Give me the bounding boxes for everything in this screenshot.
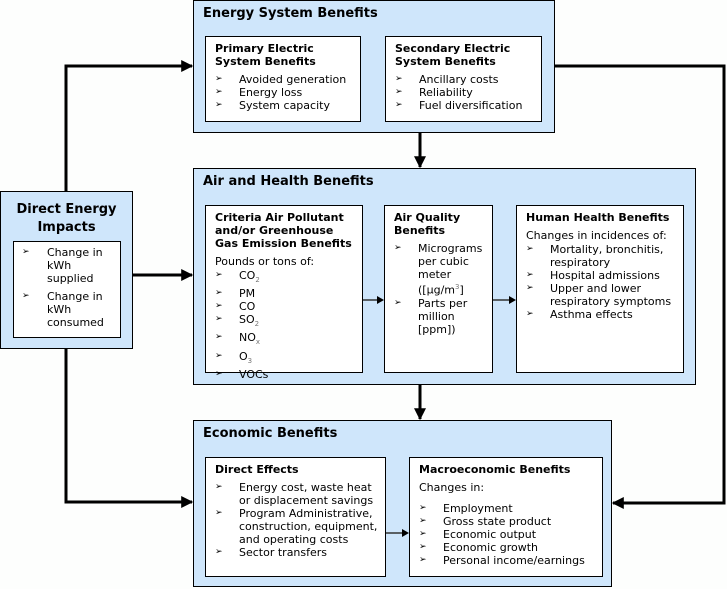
primary-electric-box: Primary Electric System Benefits ➢ Avoide…	[205, 36, 361, 122]
economic-benefits-panel: Economic Benefits Direct Effects ➢ Energy…	[193, 420, 612, 587]
human-health-box: Human Health Benefits Changes in inciden…	[516, 205, 684, 373]
bullet-arrow-icon: ➢	[215, 270, 223, 280]
primary-electric-title: Primary Electric System Benefits	[215, 42, 316, 68]
list-item: ➢ Economic output	[419, 528, 537, 541]
direct-energy-impacts-list: ➢ Change in kWh supplied ➢ Change in kWh c…	[13, 241, 121, 338]
bullet-arrow-icon: ➢	[419, 529, 427, 539]
bullet-arrow-icon: ➢	[215, 74, 223, 84]
list-item: ➢ System capacity	[215, 99, 330, 112]
macroeconomic-intro: Changes in:	[419, 481, 485, 494]
arrow-direct-to-energy	[64, 60, 194, 191]
list-item: ➢ Employment	[419, 502, 513, 515]
bullet-arrow-icon: ➢	[419, 542, 427, 552]
bullet-arrow-icon: ➢	[215, 301, 223, 312]
air-health-benefits-title: Air and Health Benefits	[203, 174, 374, 189]
list-item: ➢ SO2	[215, 313, 260, 329]
bullet-arrow-icon: ➢	[526, 270, 534, 280]
bullet-arrow-icon: ➢	[419, 503, 427, 513]
bullet-arrow-icon: ➢	[394, 297, 402, 308]
list-item: ➢ Micrograms per cubic meter ([µg/m3]	[394, 242, 483, 297]
arrow-airquality-to-health	[493, 296, 516, 304]
macroeconomic-title: Macroeconomic Benefits	[419, 463, 571, 476]
secondary-electric-box: Secondary Electric System Benefits ➢ Anci…	[385, 36, 542, 122]
list-item: ➢ Gross state product	[419, 515, 552, 528]
list-item: ➢ Mortality, bronchitis, respiratory	[526, 243, 664, 269]
bullet-arrow-icon: ➢	[419, 555, 427, 565]
arrow-direct-to-macro	[386, 529, 409, 537]
economic-benefits-title: Economic Benefits	[203, 426, 338, 441]
arrow-direct-to-economic	[64, 349, 194, 508]
criteria-intro: Pounds or tons of:	[215, 255, 315, 268]
bullet-arrow-icon: ➢	[395, 74, 403, 84]
list-item: ➢ Economic growth	[419, 541, 539, 554]
direct-energy-impacts-title: Direct Energy Impacts	[16, 202, 117, 235]
bullet-arrow-icon: ➢	[215, 288, 223, 299]
list-item: ➢ Upper and lower respiratory symptoms	[526, 282, 672, 308]
list-item: ➢ Program Administrative, construction, e…	[215, 507, 378, 546]
bullet-arrow-icon: ➢	[22, 291, 30, 301]
bullet-arrow-icon: ➢	[215, 547, 223, 557]
energy-system-benefits-title: Energy System Benefits	[203, 6, 378, 21]
bullet-arrow-icon: ➢	[215, 332, 223, 343]
direct-effects-box: Direct Effects ➢ Energy cost, waste heat …	[205, 457, 386, 577]
direct-effects-title: Direct Effects	[215, 463, 299, 476]
bullet-arrow-icon: ➢	[526, 244, 534, 254]
list-item: ➢ PM	[215, 287, 256, 301]
air-health-benefits-panel: Air and Health Benefits Criteria Air Pol…	[193, 168, 696, 385]
list-item: ➢ Fuel diversification	[395, 99, 523, 112]
secondary-electric-title: Secondary Electric System Benefits	[395, 42, 511, 68]
air-quality-title: Air Quality Benefits	[394, 211, 461, 237]
bullet-arrow-icon: ➢	[526, 283, 534, 293]
human-health-title: Human Health Benefits	[526, 211, 670, 224]
human-health-intro: Changes in incidences of:	[526, 229, 667, 242]
bullet-arrow-icon: ➢	[215, 482, 223, 492]
bullet-arrow-icon: ➢	[215, 100, 223, 110]
list-item: ➢ CO2	[215, 269, 260, 285]
list-item: ➢ Ancillary costs	[395, 73, 499, 86]
direct-energy-impacts-panel: Direct Energy Impacts ➢ Change in kWh sup…	[0, 191, 133, 349]
list-item: ➢ Parts per million [ppm])	[394, 296, 468, 336]
bullet-arrow-icon: ➢	[215, 368, 223, 379]
list-item: ➢ Energy cost, waste heat or displacement…	[215, 481, 374, 507]
list-item: ➢ Reliability	[395, 86, 473, 99]
list-item: ➢ VOCs	[215, 367, 269, 381]
list-item: ➢ O3	[215, 349, 253, 365]
bullet-arrow-icon: ➢	[215, 314, 223, 325]
list-item: ➢ Hospital admissions	[526, 269, 660, 282]
criteria-pollutant-title: Criteria Air Pollutant and/or Greenhouse…	[215, 211, 352, 250]
list-item: ➢ Change in kWh consumed	[22, 290, 104, 329]
list-item: ➢ CO	[215, 300, 256, 314]
list-item: ➢ NOx	[215, 331, 261, 347]
bullet-arrow-icon: ➢	[215, 87, 223, 97]
bullet-arrow-icon: ➢	[394, 243, 402, 253]
arrow-criteria-to-airquality	[363, 296, 384, 304]
bullet-arrow-icon: ➢	[215, 350, 223, 361]
air-quality-box: Air Quality Benefits ➢ Micrograms per cu…	[384, 205, 493, 373]
bullet-arrow-icon: ➢	[22, 247, 30, 257]
list-item: ➢ Personal income/earnings	[419, 554, 585, 567]
bullet-arrow-icon: ➢	[395, 100, 403, 110]
bullet-arrow-icon: ➢	[526, 309, 534, 319]
bullet-arrow-icon: ➢	[215, 508, 223, 518]
energy-system-benefits-panel: Energy System Benefits Primary Electric …	[193, 0, 555, 133]
bullet-arrow-icon: ➢	[395, 87, 403, 97]
list-item: ➢ Sector transfers	[215, 546, 328, 559]
macroeconomic-box: Macroeconomic Benefits Changes in: ➢ Empl…	[409, 457, 603, 577]
list-item: ➢ Avoided generation	[215, 73, 347, 86]
list-item: ➢ Asthma effects	[526, 308, 633, 321]
criteria-pollutant-box: Criteria Air Pollutant and/or Greenhouse…	[205, 205, 363, 381]
list-item: ➢ Energy loss	[215, 86, 303, 99]
list-item: ➢ Change in kWh supplied	[22, 246, 103, 285]
bullet-arrow-icon: ➢	[419, 516, 427, 526]
